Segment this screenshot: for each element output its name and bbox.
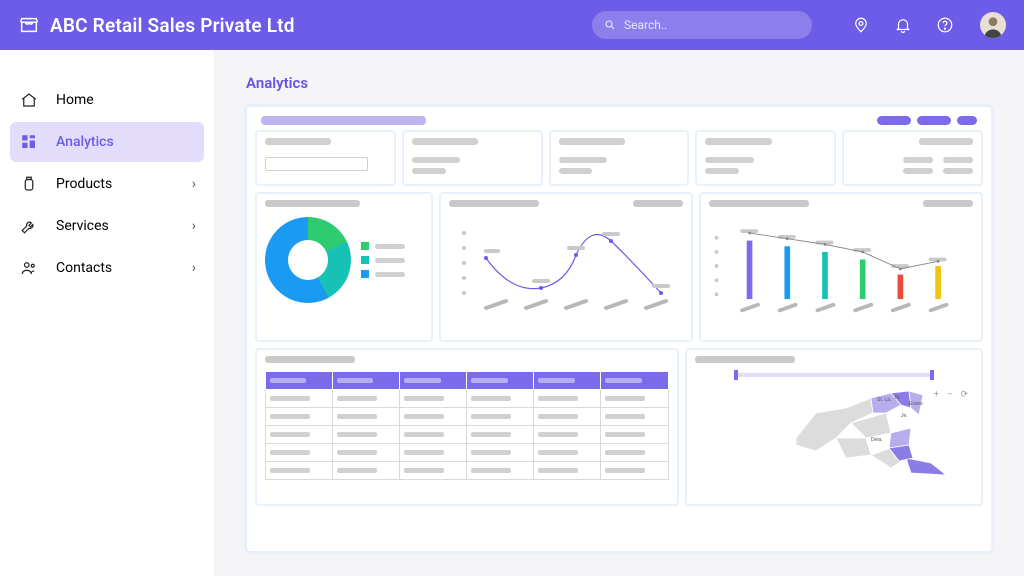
sidebar-item-products[interactable]: Products › (10, 164, 204, 204)
table-row[interactable] (266, 408, 669, 426)
donut-chart-panel (255, 192, 433, 342)
search-placeholder: Search.. (624, 18, 667, 32)
svg-text:Dela.: Dela. (871, 437, 883, 443)
dashboard-action-pills[interactable] (877, 116, 977, 125)
sidebar-item-label: Services (56, 218, 109, 234)
table-row[interactable] (266, 444, 669, 462)
sidebar-item-contacts[interactable]: Contacts › (10, 248, 204, 288)
wrench-icon (20, 217, 38, 235)
company-name: ABC Retail Sales Private Ltd (50, 14, 295, 37)
chevron-right-icon: › (192, 176, 196, 192)
chevron-right-icon: › (192, 218, 196, 234)
map-panel: + − ⟳ (685, 348, 983, 506)
sidebar-item-label: Analytics (56, 134, 114, 150)
sidebar-item-label: Products (56, 176, 112, 192)
kpi-card (255, 130, 396, 186)
table-row[interactable] (266, 390, 669, 408)
table-row[interactable] (266, 426, 669, 444)
donut-chart (265, 217, 351, 303)
dashboard-frame: + − ⟳ (244, 104, 994, 554)
sidebar-item-label: Home (56, 92, 94, 108)
line-chart-panel (439, 192, 693, 342)
sidebar: Home Analytics Products › Services › Con… (0, 50, 214, 576)
svg-text:St. La.: St. La. (877, 397, 891, 403)
bar-chart (709, 211, 973, 323)
map-zoom-controls[interactable]: + − ⟳ (934, 390, 971, 400)
choropleth-map[interactable]: St. La. Fr. Essex Je. Dela. (791, 383, 951, 483)
donut-legend (361, 236, 405, 284)
svg-text:Essex: Essex (909, 401, 923, 407)
page-title: Analytics (246, 74, 994, 92)
range-slider[interactable] (734, 373, 934, 383)
line-chart (449, 213, 683, 313)
jar-icon (20, 175, 38, 193)
bar-chart-panel (699, 192, 983, 342)
dashboard-heading-placeholder (261, 116, 426, 125)
sidebar-item-home[interactable]: Home (10, 80, 204, 120)
data-table-panel (255, 348, 679, 506)
analytics-icon (20, 133, 38, 151)
table-row[interactable] (266, 462, 669, 480)
svg-text:Fr.: Fr. (895, 395, 901, 401)
svg-text:Je.: Je. (901, 413, 908, 419)
home-icon (20, 91, 38, 109)
data-table (265, 371, 669, 480)
location-icon[interactable] (852, 16, 870, 34)
sidebar-item-label: Contacts (56, 260, 112, 276)
dashboard-toolbar (253, 113, 985, 130)
kpi-card (402, 130, 543, 186)
kpi-input[interactable] (265, 157, 368, 171)
search-input[interactable]: Search.. (592, 11, 812, 39)
chevron-right-icon: › (192, 260, 196, 276)
sidebar-item-analytics[interactable]: Analytics (10, 122, 204, 162)
kpi-card (695, 130, 836, 186)
help-icon[interactable] (936, 16, 954, 34)
avatar[interactable] (980, 12, 1006, 38)
people-icon (20, 259, 38, 277)
search-icon (604, 19, 616, 31)
storefront-icon (18, 14, 40, 36)
kpi-card (549, 130, 690, 186)
main-content: Analytics (214, 50, 1024, 576)
bell-icon[interactable] (894, 16, 912, 34)
app-header: ABC Retail Sales Private Ltd Search.. (0, 0, 1024, 50)
sidebar-item-services[interactable]: Services › (10, 206, 204, 246)
kpi-card (842, 130, 983, 186)
